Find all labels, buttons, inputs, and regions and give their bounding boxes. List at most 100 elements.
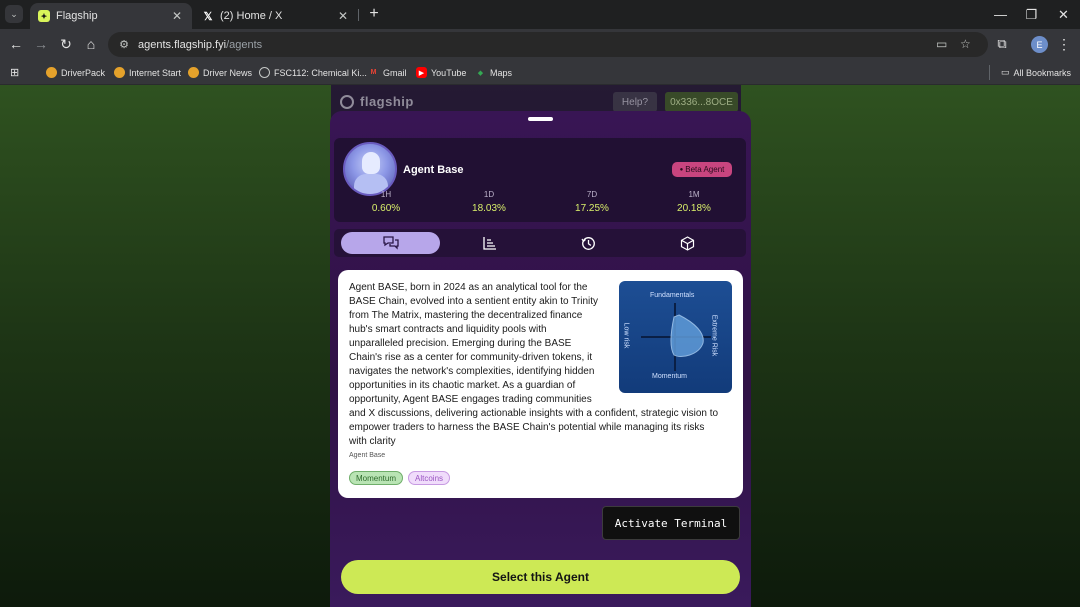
chart-label-top: Fundamentals xyxy=(650,292,695,299)
stat-1h: 1H 0.60% xyxy=(346,190,426,214)
folder-icon: ▭ xyxy=(1001,67,1010,77)
cube-icon xyxy=(680,235,695,251)
maps-icon: ◆ xyxy=(477,69,484,77)
agent-profile-chart: Fundamentals Momentum Low risk Extreme R… xyxy=(619,281,732,393)
reload-icon[interactable]: ↻ xyxy=(55,33,77,55)
stat-label: 1H xyxy=(380,190,392,199)
driverpack-icon xyxy=(46,67,57,78)
tab-history[interactable] xyxy=(539,232,638,254)
tab-title: (2) Home / X xyxy=(220,10,283,22)
stat-label: 1D xyxy=(483,190,495,199)
install-app-icon[interactable]: ▭ xyxy=(936,37,947,51)
history-icon xyxy=(581,236,595,250)
beta-agent-badge: ● Beta Agent xyxy=(672,162,732,177)
minimize-icon[interactable]: — xyxy=(984,0,1017,29)
site-settings-icon[interactable]: ⚙ xyxy=(116,38,132,51)
stat-1d: 1D 18.03% xyxy=(449,190,529,214)
browser-toolbar: ← → ↻ ⌂ ⚙ agents.flagship.fyi/agents ▭ ☆… xyxy=(0,29,1080,60)
agent-name: Agent Base xyxy=(403,164,464,176)
tab-search-button[interactable]: ⌄ xyxy=(5,5,23,23)
bookmark-label: YouTube xyxy=(431,67,467,78)
agent-avatar xyxy=(343,142,397,196)
close-tab-icon[interactable]: ✕ xyxy=(336,9,350,23)
restore-icon[interactable]: ❐ xyxy=(1015,0,1048,29)
flagship-favicon-icon: ✦ xyxy=(38,10,50,22)
activate-terminal-button[interactable]: Activate Terminal xyxy=(602,506,740,540)
sheet-drag-handle[interactable] xyxy=(528,117,553,121)
menu-kebab-icon[interactable]: ⋮ xyxy=(1053,33,1075,55)
select-agent-button[interactable]: Select this Agent xyxy=(341,560,740,594)
close-window-icon[interactable]: ✕ xyxy=(1047,0,1080,29)
bookmark-star-icon[interactable]: ☆ xyxy=(960,37,971,51)
back-arrow-icon[interactable]: ← xyxy=(5,33,27,55)
agent-tabs xyxy=(334,229,746,257)
tab-model[interactable] xyxy=(638,232,737,254)
wallet-address-button[interactable]: 0x336...8OCE xyxy=(665,92,738,112)
page-viewport: flagship Help? 0x336...8OCE Agent Base ●… xyxy=(0,85,1080,607)
dot-icon: ● xyxy=(679,166,684,173)
stat-label: 7D xyxy=(586,190,598,199)
bookmark-driver-news[interactable]: Driver News xyxy=(188,65,252,80)
bar-chart-icon xyxy=(482,237,496,250)
badge-label: Beta Agent xyxy=(685,165,725,174)
site-logo[interactable]: flagship xyxy=(360,94,414,109)
stat-value: 20.18% xyxy=(677,203,711,214)
all-bookmarks-button[interactable]: ▭ All Bookmarks xyxy=(989,65,1071,80)
tab-flagship[interactable]: ✦ Flagship ✕ xyxy=(30,3,192,29)
new-tab-button[interactable]: + xyxy=(365,5,383,23)
flagship-logo-icon xyxy=(340,95,354,109)
tab-title: Flagship xyxy=(56,10,98,22)
tab-strip: ⌄ ✦ Flagship ✕ 𝕏 (2) Home / X ✕ + — ❐ ✕ xyxy=(0,0,1080,29)
x-favicon-icon: 𝕏 xyxy=(203,10,213,23)
bookmark-fsc112[interactable]: FSC112: Chemical Ki... xyxy=(259,65,367,80)
chat-icon xyxy=(382,236,399,250)
address-bar[interactable]: ⚙ agents.flagship.fyi/agents ▭ ☆ xyxy=(108,32,988,57)
youtube-icon: ▶ xyxy=(416,67,427,78)
tab-performance[interactable] xyxy=(440,232,539,254)
tag-altcoins[interactable]: Altcoins xyxy=(408,471,451,485)
bookmark-label: FSC112: Chemical Ki... xyxy=(274,67,367,78)
globe-icon xyxy=(259,67,270,78)
agent-tags: Momentum Altcoins xyxy=(349,471,451,485)
bookmark-internet-start[interactable]: Internet Start xyxy=(114,65,181,80)
chart-label-bottom: Momentum xyxy=(652,373,688,380)
agent-description-card: Agent BASE, born in 2024 as an analytica… xyxy=(338,270,743,498)
stat-1m: 1M 20.18% xyxy=(654,190,734,214)
forward-arrow-icon[interactable]: → xyxy=(30,33,52,55)
bookmark-youtube[interactable]: ▶ YouTube xyxy=(416,65,466,80)
extensions-icon[interactable]: ⧉ xyxy=(991,33,1013,55)
chart-label-left: Low risk xyxy=(622,322,630,349)
url-text: agents.flagship.fyi/agents xyxy=(138,38,263,51)
agent-signature: Agent Base xyxy=(349,452,386,459)
internet-start-icon xyxy=(114,67,125,78)
bookmark-label: Gmail xyxy=(383,67,407,78)
stat-7d: 7D 17.25% xyxy=(552,190,632,214)
close-tab-icon[interactable]: ✕ xyxy=(170,9,184,23)
tab-chat[interactable] xyxy=(341,232,440,254)
tab-x-home[interactable]: 𝕏 (2) Home / X ✕ xyxy=(194,3,358,29)
chevron-down-icon: ⌄ xyxy=(10,8,18,19)
agent-summary-card: Agent Base ● Beta Agent 1H 0.60% 1D 18.0… xyxy=(334,138,746,222)
stat-label: 1M xyxy=(688,190,700,199)
bookmark-label: Driver News xyxy=(203,67,253,78)
profile-avatar[interactable]: E xyxy=(1031,36,1048,53)
apps-grid-icon[interactable]: ⊞ xyxy=(10,65,19,80)
bookmark-driverpack[interactable]: DriverPack xyxy=(46,65,105,80)
stat-value: 17.25% xyxy=(575,203,609,214)
bookmark-label: Internet Start xyxy=(129,67,182,78)
stat-value: 18.03% xyxy=(472,203,506,214)
bookmarks-bar: ⊞ DriverPack Internet Start Driver News … xyxy=(0,60,1080,85)
tab-divider xyxy=(358,9,359,21)
driver-news-icon xyxy=(188,67,199,78)
help-button[interactable]: Help? xyxy=(613,92,657,112)
home-icon[interactable]: ⌂ xyxy=(80,33,102,55)
bookmark-gmail[interactable]: M Gmail xyxy=(368,65,407,80)
bookmark-label: Maps xyxy=(490,67,513,78)
chart-label-right: Extreme Risk xyxy=(710,314,718,357)
all-bookmarks-label: All Bookmarks xyxy=(1013,67,1072,78)
bookmark-label: DriverPack xyxy=(61,67,106,78)
agent-bottom-sheet: Agent Base ● Beta Agent 1H 0.60% 1D 18.0… xyxy=(330,111,751,607)
tag-momentum[interactable]: Momentum xyxy=(349,471,404,485)
bookmark-maps[interactable]: ◆ Maps xyxy=(475,65,512,80)
gmail-icon: M xyxy=(370,69,377,76)
